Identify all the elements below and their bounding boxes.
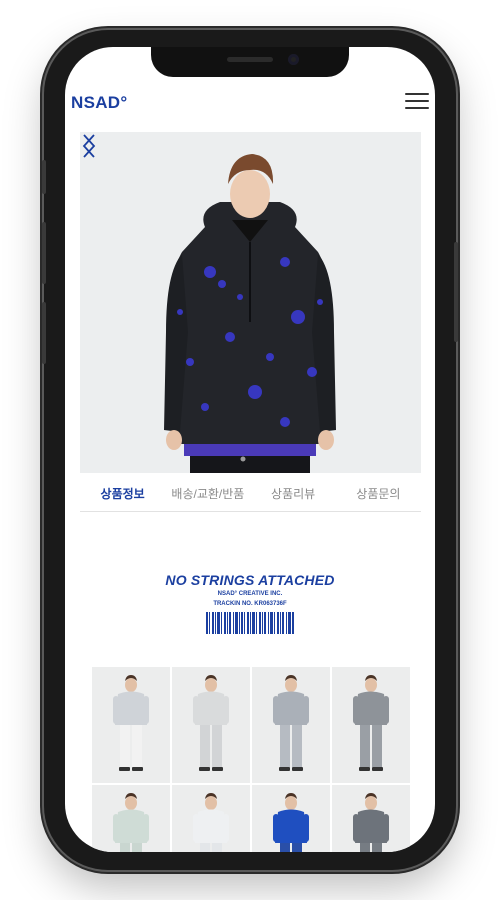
model-figure xyxy=(273,793,309,852)
collection-banner: NO STRINGS ATTACHED NSAD° CREATIVE INC. … xyxy=(65,572,435,639)
chevron-right-icon[interactable] xyxy=(80,132,98,160)
banner-tracking: TRACKIN NO. KR063736F xyxy=(213,601,287,607)
lookbook-thumbnail[interactable] xyxy=(332,785,410,852)
volume-up-button xyxy=(42,222,46,284)
lookbook-thumbnail[interactable] xyxy=(172,667,250,783)
notch xyxy=(151,47,349,77)
model-figure xyxy=(353,675,389,771)
tab-reviews[interactable]: 상품리뷰 xyxy=(251,480,336,511)
power-button xyxy=(454,242,458,342)
lookbook-grid xyxy=(92,667,410,852)
hamburger-menu-icon[interactable] xyxy=(405,93,429,111)
tab-shipping-return[interactable]: 배송/교환/반품 xyxy=(165,480,250,511)
model-figure xyxy=(273,675,309,771)
volume-down-button xyxy=(42,302,46,364)
model-figure xyxy=(193,675,229,771)
model-figure xyxy=(113,793,149,852)
product-detail-tabs: 상품정보 배송/교환/반품 상품리뷰 상품문의 xyxy=(80,480,421,512)
phone-screen: NSAD° 상품정보 배송/교환/반품 상품리뷰 상품문의 NO STRINGS… xyxy=(65,47,435,852)
site-header: NSAD° xyxy=(65,77,435,129)
lookbook-thumbnail[interactable] xyxy=(92,785,170,852)
product-image-carousel[interactable] xyxy=(80,132,421,473)
lookbook-thumbnail[interactable] xyxy=(92,667,170,783)
tab-qna[interactable]: 상품문의 xyxy=(336,480,421,511)
front-camera xyxy=(288,54,299,65)
model-figure xyxy=(353,793,389,852)
lookbook-thumbnail[interactable] xyxy=(252,785,330,852)
mute-switch xyxy=(42,160,46,194)
lookbook-thumbnail[interactable] xyxy=(172,785,250,852)
barcode-icon xyxy=(206,612,294,634)
speaker-grille xyxy=(227,57,273,62)
brand-logo[interactable]: NSAD° xyxy=(71,93,127,113)
model-figure xyxy=(113,675,149,771)
tab-product-info[interactable]: 상품정보 xyxy=(80,480,165,511)
model-figure xyxy=(193,793,229,852)
banner-slogan: NO STRINGS ATTACHED xyxy=(165,572,335,588)
banner-company: NSAD° CREATIVE INC. xyxy=(217,591,283,597)
product-photo xyxy=(80,132,421,473)
lookbook-thumbnail[interactable] xyxy=(252,667,330,783)
lookbook-thumbnail[interactable] xyxy=(332,667,410,783)
